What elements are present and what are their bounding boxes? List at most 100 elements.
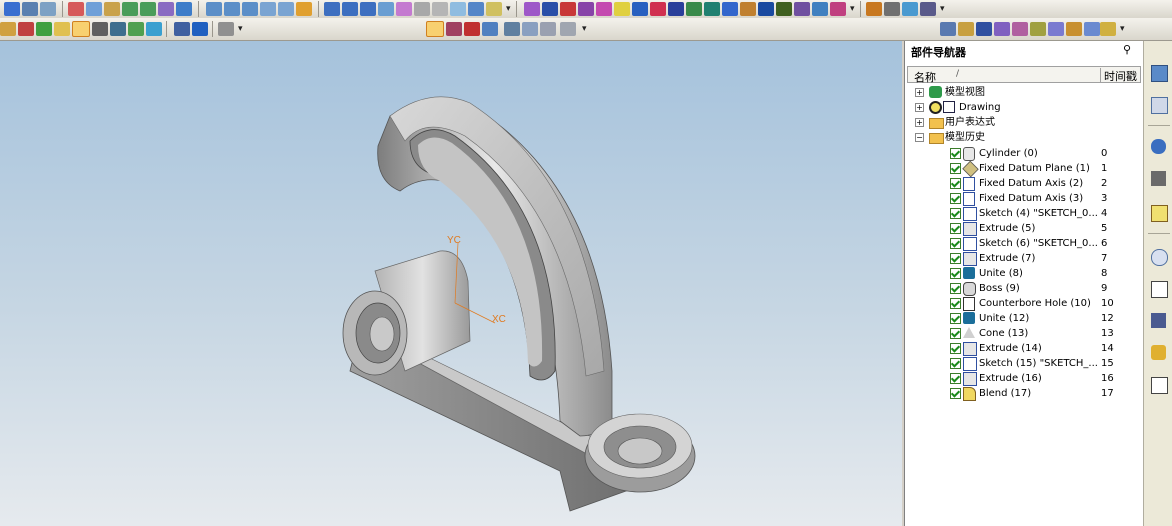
tree-node-model-views[interactable]: + 模型视图 <box>915 85 1135 100</box>
revolve-tool-icon[interactable] <box>342 2 358 16</box>
tree-node-user-expressions[interactable]: + 用户表达式 <box>915 115 1135 130</box>
info-icon[interactable] <box>1048 22 1064 36</box>
tool-icon[interactable] <box>976 22 992 36</box>
roles-icon[interactable] <box>1151 345 1166 360</box>
render-style-icon[interactable] <box>218 22 234 36</box>
feature-row[interactable]: Blend (17) 17 <box>905 386 1141 401</box>
trim-tool-icon[interactable] <box>432 2 448 16</box>
sketch-tool-icon[interactable] <box>296 2 312 16</box>
pmi-icon[interactable] <box>794 2 810 16</box>
save-icon[interactable] <box>22 2 38 16</box>
feature-row[interactable]: Boss (9) 9 <box>905 281 1141 296</box>
redo-icon[interactable] <box>140 2 156 16</box>
wireframe-icon[interactable] <box>110 22 126 36</box>
checkbox[interactable] <box>950 268 961 279</box>
dimension-icon[interactable] <box>522 22 538 36</box>
feature-row[interactable]: Sketch (15) "SKETCH_... 15 <box>905 356 1141 371</box>
checkbox[interactable] <box>950 208 961 219</box>
expand-icon[interactable]: + <box>915 103 924 112</box>
snap-point-icon[interactable] <box>36 22 52 36</box>
graphics-viewport[interactable]: YC XC <box>0 41 902 526</box>
cut-icon[interactable] <box>68 2 84 16</box>
cam-icon[interactable] <box>758 2 774 16</box>
feature-row[interactable]: Cylinder (0) 0 <box>905 146 1141 161</box>
history-icon[interactable] <box>1151 249 1168 266</box>
part-model[interactable]: YC XC <box>0 41 902 526</box>
wcs-icon[interactable] <box>902 2 918 16</box>
checkbox[interactable] <box>950 313 961 324</box>
feature-row[interactable]: Counterbore Hole (10) 10 <box>905 296 1141 311</box>
part-navigator-icon[interactable] <box>1151 97 1168 114</box>
checkbox[interactable] <box>950 178 961 189</box>
chevron-down-icon[interactable]: ▾ <box>1120 24 1125 34</box>
feature-row[interactable]: Sketch (6) "SKETCH_0... 6 <box>905 236 1141 251</box>
feature-row[interactable]: Fixed Datum Plane (1) 1 <box>905 160 1141 178</box>
layer-icon[interactable] <box>158 2 174 16</box>
studio-icon[interactable] <box>668 2 684 16</box>
surface-icon[interactable] <box>524 2 540 16</box>
column-name[interactable]: 名称 <box>914 69 936 85</box>
tree-node-model-history[interactable]: − 模型历史 <box>915 130 1135 145</box>
feature-row[interactable]: Cone (13) 13 <box>905 326 1141 341</box>
sheet-metal-icon[interactable] <box>830 2 846 16</box>
web-browser-icon[interactable] <box>1151 171 1166 186</box>
checkbox[interactable] <box>950 388 961 399</box>
color-wheel-icon[interactable] <box>1084 22 1100 36</box>
feature-row[interactable]: Extrude (14) 14 <box>905 341 1141 356</box>
tree-node-drawing[interactable]: + Drawing <box>915 100 1135 115</box>
boss-tool-icon[interactable] <box>378 2 394 16</box>
color-icon[interactable] <box>596 2 612 16</box>
checkbox[interactable] <box>950 223 961 234</box>
open-icon[interactable] <box>4 2 20 16</box>
feature-row[interactable]: Extrude (5) 5 <box>905 221 1141 236</box>
checkbox[interactable] <box>950 328 961 339</box>
extrude-tool-icon[interactable] <box>324 2 340 16</box>
feature-row[interactable]: Fixed Datum Axis (2) 2 <box>905 176 1141 191</box>
view-front-icon[interactable] <box>206 2 222 16</box>
select-icon[interactable] <box>0 22 16 36</box>
knowledge-icon[interactable] <box>776 2 792 16</box>
checkbox[interactable] <box>950 298 961 309</box>
pattern-tool-icon[interactable] <box>450 2 466 16</box>
chart-icon[interactable] <box>176 2 192 16</box>
pocket-tool-icon[interactable] <box>396 2 412 16</box>
reuse-library-icon[interactable] <box>1151 139 1166 154</box>
feature-row[interactable]: Unite (12) 12 <box>905 311 1141 326</box>
view-top-icon[interactable] <box>224 2 240 16</box>
checkbox[interactable] <box>950 163 961 174</box>
copy-icon[interactable] <box>86 2 102 16</box>
pin-icon[interactable]: ⚲ <box>1123 43 1131 56</box>
history-icon[interactable] <box>958 22 974 36</box>
wcs-origin-icon[interactable] <box>464 22 480 36</box>
grid-icon[interactable] <box>866 2 882 16</box>
weld-icon[interactable] <box>740 2 756 16</box>
hidden-icon[interactable] <box>146 22 162 36</box>
feature-row[interactable]: Unite (8) 8 <box>905 266 1141 281</box>
checkbox[interactable] <box>950 193 961 204</box>
view-side-icon[interactable] <box>242 2 258 16</box>
assembly-navigator-icon[interactable] <box>1151 65 1168 82</box>
help-icon[interactable] <box>1151 205 1168 222</box>
section-icon[interactable] <box>1030 22 1046 36</box>
measure-icon[interactable] <box>920 2 936 16</box>
expand-icon[interactable]: + <box>915 118 924 127</box>
snap-icon[interactable] <box>884 2 900 16</box>
view-trimetric-icon[interactable] <box>278 2 294 16</box>
curve-icon[interactable] <box>560 2 576 16</box>
expression-icon[interactable] <box>994 22 1010 36</box>
lighting-icon[interactable] <box>650 2 666 16</box>
routing-icon[interactable] <box>812 2 828 16</box>
paste-icon[interactable] <box>104 2 120 16</box>
render-icon[interactable] <box>632 2 648 16</box>
mirror-tool-icon[interactable] <box>468 2 484 16</box>
chevron-down-icon[interactable]: ▾ <box>506 4 511 14</box>
print-icon[interactable] <box>40 2 56 16</box>
undo-icon[interactable] <box>122 2 138 16</box>
roles-icon[interactable] <box>1066 22 1082 36</box>
analysis-icon[interactable] <box>578 2 594 16</box>
feature-row[interactable]: Fixed Datum Axis (3) 3 <box>905 191 1141 206</box>
motion-icon[interactable] <box>722 2 738 16</box>
drafting-icon[interactable] <box>704 2 720 16</box>
chevron-down-icon[interactable]: ▾ <box>582 24 587 34</box>
constraint-icon[interactable] <box>504 22 520 36</box>
